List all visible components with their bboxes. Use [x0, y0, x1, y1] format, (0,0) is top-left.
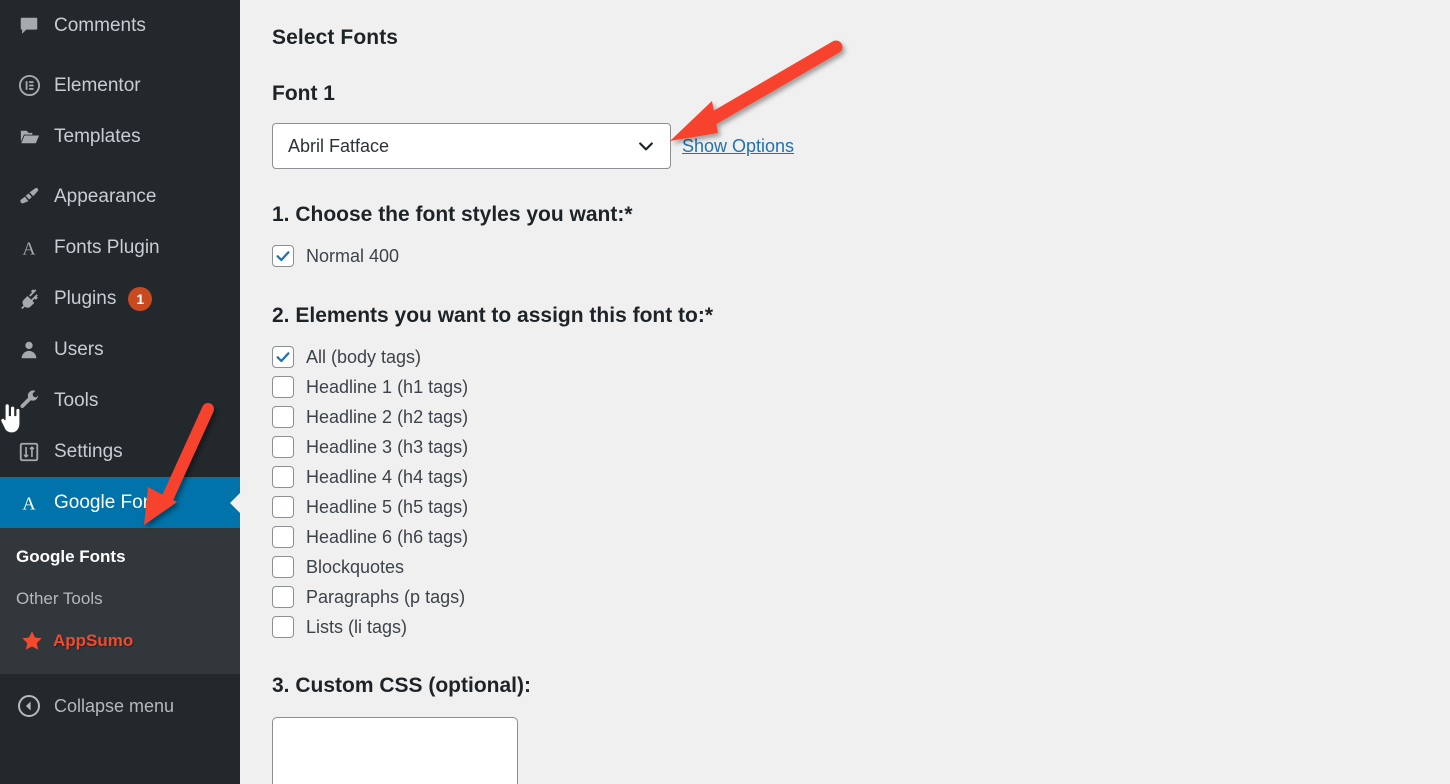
page-title: Select Fonts	[272, 26, 399, 49]
sidebar-item-google-fonts[interactable]: A Google Fonts	[0, 477, 240, 528]
sidebar-item-users[interactable]: Users	[0, 324, 240, 375]
font-styles-checkbox-list: Normal 400	[272, 241, 1450, 271]
checkbox-row[interactable]: Blockquotes	[272, 552, 1450, 582]
font-select-row: Abril Fatface Show Options	[272, 123, 1450, 169]
checkbox-paragraphs[interactable]	[272, 586, 294, 608]
elements-checkbox-list: All (body tags) Headline 1 (h1 tags) Hea…	[272, 342, 1450, 642]
google-fonts-submenu: Google Fonts Other Tools AppSumo	[0, 528, 240, 674]
admin-sidebar: Comments Elementor Templates Appearance …	[0, 0, 240, 784]
letter-a-icon: A	[12, 237, 46, 259]
show-options-link[interactable]: Show Options	[682, 136, 794, 157]
svg-text:A: A	[22, 238, 36, 258]
sidebar-divider	[0, 162, 240, 171]
main-content: Select Fonts Font 1 Abril Fatface Show O…	[240, 0, 1450, 784]
checkbox-label: Headline 1 (h1 tags)	[306, 376, 469, 397]
chevron-down-icon	[636, 136, 656, 156]
plug-icon	[12, 287, 46, 310]
checkbox-label: Headline 5 (h5 tags)	[306, 496, 469, 517]
sidebar-item-label: Elementor	[54, 74, 141, 96]
checkbox-headline-1[interactable]	[272, 376, 294, 398]
svg-text:A: A	[22, 493, 36, 513]
submenu-item-other-tools[interactable]: Other Tools	[0, 578, 240, 620]
sidebar-item-label: Plugins	[54, 287, 117, 309]
sidebar-item-label: Settings	[54, 440, 123, 462]
submenu-item-label: Other Tools	[16, 589, 103, 608]
comment-bubble-icon	[12, 15, 46, 37]
sidebar-item-appearance[interactable]: Appearance	[0, 171, 240, 222]
submenu-item-label: AppSumo	[53, 631, 134, 650]
checkbox-label: Headline 2 (h2 tags)	[306, 406, 469, 427]
letter-a-icon: A	[12, 492, 46, 514]
chevron-left-circle-icon	[12, 694, 46, 718]
checkbox-all-body-tags[interactable]	[272, 346, 294, 368]
checkbox-label: Paragraphs (p tags)	[306, 586, 466, 607]
checkbox-row[interactable]: Lists (li tags)	[272, 612, 1450, 642]
font-family-select[interactable]: Abril Fatface	[272, 123, 671, 169]
star-icon	[20, 629, 44, 653]
custom-css-textarea[interactable]	[272, 717, 518, 784]
checkbox-label: Blockquotes	[306, 556, 405, 577]
sidebar-item-comments[interactable]: Comments	[0, 0, 240, 51]
sidebar-item-label: Appearance	[54, 185, 157, 207]
checkbox-row[interactable]: Headline 5 (h5 tags)	[272, 492, 1450, 522]
sidebar-item-settings[interactable]: Settings	[0, 426, 240, 477]
folder-icon	[12, 125, 46, 148]
sidebar-item-fonts-plugin[interactable]: A Fonts Plugin	[0, 222, 240, 273]
checkbox-row[interactable]: All (body tags)	[272, 342, 1450, 372]
checkbox-label: All (body tags)	[306, 346, 422, 367]
font-section-title: Font 1	[272, 82, 335, 105]
user-icon	[12, 339, 46, 361]
hand-pointer-cursor	[0, 403, 21, 434]
checkbox-headline-6[interactable]	[272, 526, 294, 548]
sidebar-item-label: Templates	[54, 125, 141, 147]
checkbox-headline-2[interactable]	[272, 406, 294, 428]
checkbox-lists[interactable]	[272, 616, 294, 638]
checkbox-label: Headline 3 (h3 tags)	[306, 436, 469, 457]
question-3-label: 3. Custom CSS (optional):	[272, 674, 531, 697]
sidebar-item-label: Users	[54, 338, 104, 360]
sidebar-item-label: Fonts Plugin	[54, 236, 160, 258]
checkbox-headline-3[interactable]	[272, 436, 294, 458]
sidebar-item-label: Tools	[54, 389, 99, 411]
sidebar-item-elementor[interactable]: Elementor	[0, 60, 240, 111]
sidebar-item-plugins[interactable]: Plugins 1	[0, 273, 240, 324]
submenu-item-appsumo[interactable]: AppSumo	[0, 620, 240, 662]
checkbox-row[interactable]: Headline 2 (h2 tags)	[272, 402, 1450, 432]
sliders-icon	[12, 441, 46, 463]
collapse-menu-label: Collapse menu	[54, 695, 175, 716]
checkbox-headline-5[interactable]	[272, 496, 294, 518]
submenu-item-label: Google Fonts	[16, 547, 126, 566]
checkbox-row[interactable]: Normal 400	[272, 241, 1450, 271]
checkbox-row[interactable]: Headline 4 (h4 tags)	[272, 462, 1450, 492]
checkbox-row[interactable]: Headline 3 (h3 tags)	[272, 432, 1450, 462]
checkbox-row[interactable]: Headline 1 (h1 tags)	[272, 372, 1450, 402]
checkbox-headline-4[interactable]	[272, 466, 294, 488]
checkbox-row[interactable]: Headline 6 (h6 tags)	[272, 522, 1450, 552]
question-1-label: 1. Choose the font styles you want:*	[272, 203, 633, 226]
collapse-menu-button[interactable]: Collapse menu	[0, 680, 240, 732]
font-family-select-value: Abril Fatface	[288, 135, 390, 156]
sidebar-item-label: Google Fonts	[54, 491, 169, 513]
sidebar-item-templates[interactable]: Templates	[0, 111, 240, 162]
sidebar-item-tools[interactable]: Tools	[0, 375, 240, 426]
checkbox-label: Headline 4 (h4 tags)	[306, 466, 469, 487]
checkbox-label: Headline 6 (h6 tags)	[306, 526, 469, 547]
checkbox-normal-400[interactable]	[272, 245, 294, 267]
sidebar-item-label: Comments	[54, 14, 146, 36]
checkbox-row[interactable]: Paragraphs (p tags)	[272, 582, 1450, 612]
question-2-label: 2. Elements you want to assign this font…	[272, 304, 714, 327]
plugins-update-badge: 1	[128, 286, 153, 311]
checkbox-label: Normal 400	[306, 245, 400, 266]
sidebar-divider	[0, 51, 240, 60]
submenu-item-google-fonts[interactable]: Google Fonts	[0, 536, 240, 578]
checkbox-blockquotes[interactable]	[272, 556, 294, 578]
screen: Comments Elementor Templates Appearance …	[0, 0, 1450, 784]
paintbrush-icon	[12, 185, 46, 208]
checkbox-label: Lists (li tags)	[306, 616, 408, 637]
elementor-circle-icon	[12, 74, 46, 97]
